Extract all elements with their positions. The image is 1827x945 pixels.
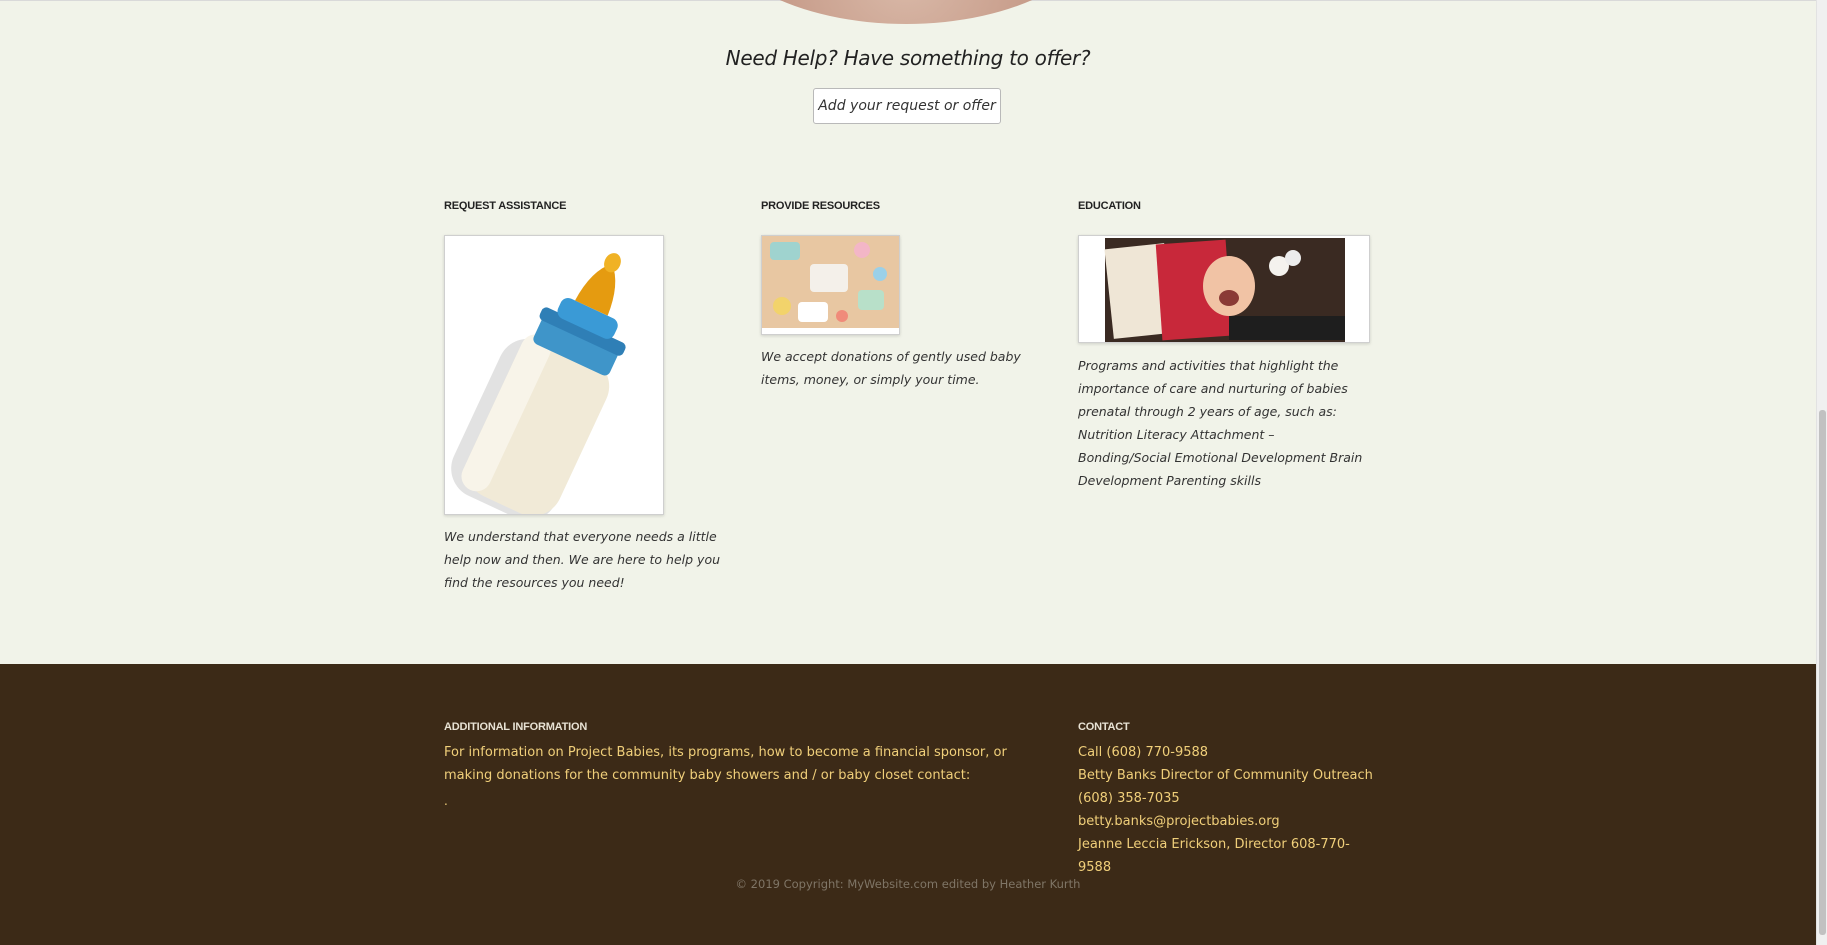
column-provide-resources: PROVIDE RESOURCES We accept donations of… bbox=[761, 200, 1051, 387]
contact-phone: Call (608) 770-9588 bbox=[1078, 745, 1209, 760]
column-education: EDUCATION Programs and activities that h… bbox=[1078, 200, 1378, 488]
additional-info-title: ADDITIONAL INFORMATION bbox=[444, 721, 588, 733]
baby-books-image bbox=[1078, 235, 1370, 343]
scrollbar-thumb[interactable] bbox=[1819, 410, 1826, 935]
column-title: EDUCATION bbox=[1078, 200, 1141, 212]
copyright: © 2019 Copyright: MyWebsite.com edited b… bbox=[735, 877, 1081, 891]
contact-jeanne-erickson: Jeanne Leccia Erickson, Director 608-770… bbox=[1078, 837, 1350, 875]
contact-betty-banks: Betty Banks Director of Community Outrea… bbox=[1078, 768, 1373, 829]
scrollbar[interactable] bbox=[1816, 0, 1827, 945]
additional-info-dot: . bbox=[444, 794, 448, 808]
add-request-button[interactable]: Add your request or offer bbox=[813, 88, 1001, 124]
help-heading: Need Help? Have something to offer? bbox=[725, 46, 1091, 70]
contact-block: Call (608) 770-9588 Betty Banks Director… bbox=[1078, 741, 1378, 879]
column-title: PROVIDE RESOURCES bbox=[761, 200, 880, 212]
page: Need Help? Have something to offer? Add … bbox=[0, 0, 1816, 945]
column-title: REQUEST ASSISTANCE bbox=[444, 200, 567, 212]
footer: ADDITIONAL INFORMATION For information o… bbox=[0, 664, 1816, 945]
contact-title: CONTACT bbox=[1078, 721, 1130, 733]
column-text: Programs and activities that highlight t… bbox=[1078, 358, 1363, 488]
hero-image-bottom bbox=[706, 0, 1106, 24]
baby-items-image bbox=[761, 235, 900, 335]
column-request-assistance: REQUEST ASSISTANCE We understand that ev… bbox=[444, 200, 720, 590]
column-text: We understand that everyone needs a litt… bbox=[444, 529, 721, 590]
column-text: We accept donations of gently used baby … bbox=[761, 349, 1021, 387]
baby-bottle-image bbox=[444, 235, 664, 515]
additional-info-text: For information on Project Babies, its p… bbox=[444, 745, 1007, 783]
